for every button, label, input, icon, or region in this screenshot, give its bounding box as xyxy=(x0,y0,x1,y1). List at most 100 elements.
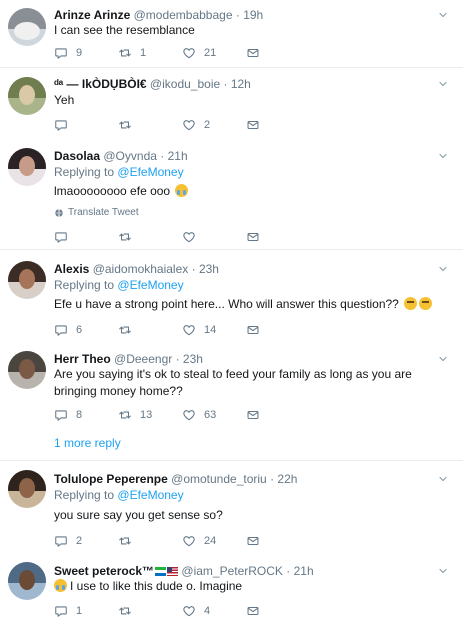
like-count: 4 xyxy=(204,605,211,617)
direct-message-button[interactable] xyxy=(246,533,260,549)
reply-icon xyxy=(54,323,68,337)
tweet-actions: 6 14 xyxy=(54,322,274,338)
retweet-button[interactable]: 1 xyxy=(118,45,146,61)
chevron-down-icon[interactable] xyxy=(437,9,449,21)
display-name[interactable]: Tolulope Peperenpe xyxy=(54,472,168,486)
direct-message-button[interactable] xyxy=(246,45,260,61)
avatar[interactable] xyxy=(8,351,46,389)
like-count: 21 xyxy=(204,47,217,59)
timestamp[interactable]: · 19h xyxy=(236,8,263,22)
reply-button[interactable]: 8 xyxy=(54,407,82,423)
retweet-icon xyxy=(118,604,132,618)
direct-message-button[interactable] xyxy=(246,229,260,245)
like-button[interactable]: 21 xyxy=(182,45,216,61)
tweet-actions: 8 13 63 xyxy=(54,407,274,423)
like-button[interactable]: 14 xyxy=(182,322,216,338)
handle[interactable]: @ikodu_boie xyxy=(150,77,220,91)
handle[interactable]: @Deeengr xyxy=(114,352,172,366)
chevron-down-icon[interactable] xyxy=(437,150,449,162)
timestamp[interactable]: · 22h xyxy=(270,472,297,486)
tweet[interactable]: ᵈᵃ — IkÒDỤBÒI€ @ikodu_boie · 12h Yeh 2 xyxy=(0,68,463,138)
retweet-button[interactable] xyxy=(118,322,140,338)
tweet-actions: 2 24 xyxy=(54,533,274,549)
reply-button[interactable]: 2 xyxy=(54,533,82,549)
like-button[interactable]: 24 xyxy=(182,533,216,549)
replying-to: Replying to @EfeMoney xyxy=(54,277,184,293)
tweet-actions: 2 xyxy=(54,117,274,133)
avatar[interactable] xyxy=(8,77,46,115)
handle[interactable]: @omotunde_toriu xyxy=(171,472,267,486)
reply-button[interactable]: 1 xyxy=(54,603,82,619)
direct-message-button[interactable] xyxy=(246,603,260,619)
retweet-button[interactable] xyxy=(118,229,140,245)
like-icon xyxy=(182,604,196,618)
tweet[interactable]: Tolulope Peperenpe @omotunde_toriu · 22h… xyxy=(0,462,463,552)
handle[interactable]: @iam_PeterROCK xyxy=(181,564,283,578)
avatar[interactable] xyxy=(8,8,46,46)
handle[interactable]: @Oyvnda xyxy=(103,149,157,163)
timestamp[interactable]: · 21h xyxy=(160,149,187,163)
timestamp[interactable]: · 12h xyxy=(224,77,251,91)
display-name[interactable]: Alexis xyxy=(54,262,89,276)
translate-tweet-link[interactable]: Translate Tweet xyxy=(54,206,139,220)
timestamp[interactable]: · 23h xyxy=(192,262,219,276)
more-replies-link[interactable]: 1 more reply xyxy=(54,435,121,451)
chevron-down-icon[interactable] xyxy=(437,565,449,577)
tweet[interactable]: Dasolaa @Oyvnda · 21h Replying to @EfeMo… xyxy=(0,138,463,250)
timestamp[interactable]: · 23h xyxy=(176,352,203,366)
chevron-down-icon[interactable] xyxy=(437,78,449,90)
direct-message-icon xyxy=(246,534,260,548)
display-name[interactable]: Sweet peterock™ xyxy=(54,564,154,578)
tweet-text: Are you saying it's ok to steal to feed … xyxy=(54,367,412,398)
direct-message-icon xyxy=(246,408,260,422)
mention-link[interactable]: @EfeMoney xyxy=(117,278,183,292)
retweet-button[interactable] xyxy=(118,533,140,549)
reply-button[interactable] xyxy=(54,117,76,133)
like-count: 14 xyxy=(204,324,217,336)
tweet-header: Dasolaa @Oyvnda · 21h xyxy=(54,148,188,164)
avatar[interactable] xyxy=(8,261,46,299)
replying-label: Replying to xyxy=(54,165,115,179)
replying-to: Replying to @EfeMoney xyxy=(54,487,184,503)
chevron-down-icon[interactable] xyxy=(437,353,449,365)
tweet[interactable]: Herr Theo @Deeengr · 23h Are you saying … xyxy=(0,341,463,461)
avatar[interactable] xyxy=(8,470,46,508)
chevron-down-icon[interactable] xyxy=(437,263,449,275)
retweet-button[interactable] xyxy=(118,603,140,619)
retweet-icon xyxy=(118,534,132,548)
display-name[interactable]: Herr Theo xyxy=(54,352,111,366)
handle[interactable]: @aidomokhaialex xyxy=(93,262,189,276)
like-button[interactable]: 4 xyxy=(182,603,210,619)
tweet-text: I can see the resemblance xyxy=(54,23,195,37)
reply-button[interactable] xyxy=(54,229,76,245)
us-flag-icon xyxy=(167,567,179,576)
like-button[interactable]: 2 xyxy=(182,117,210,133)
mention-link[interactable]: @EfeMoney xyxy=(117,488,183,502)
direct-message-button[interactable] xyxy=(246,322,260,338)
reply-button[interactable]: 9 xyxy=(54,45,82,61)
mention-link[interactable]: @EfeMoney xyxy=(117,165,183,179)
chevron-down-icon[interactable] xyxy=(437,473,449,485)
tweet-actions: 9 1 21 xyxy=(54,45,274,61)
like-button[interactable]: 63 xyxy=(182,407,216,423)
handle[interactable]: @modembabbage xyxy=(134,8,233,22)
avatar[interactable] xyxy=(8,562,46,600)
avatar[interactable] xyxy=(8,148,46,186)
tweet[interactable]: Arinze Arinze @modembabbage · 19h I can … xyxy=(0,0,463,68)
direct-message-button[interactable] xyxy=(246,117,260,133)
like-button[interactable] xyxy=(182,229,204,245)
retweet-button[interactable]: 13 xyxy=(118,407,152,423)
retweet-button[interactable] xyxy=(118,117,140,133)
display-name[interactable]: Dasolaa xyxy=(54,149,100,163)
tweet[interactable]: Sweet peterock™ @iam_PeterROCK · 21h I u… xyxy=(0,552,463,628)
direct-message-button[interactable] xyxy=(246,407,260,423)
timestamp[interactable]: · 21h xyxy=(286,564,313,578)
tweet[interactable]: Alexis @aidomokhaialex · 23h Replying to… xyxy=(0,251,463,341)
tweet-header: ᵈᵃ — IkÒDỤBÒI€ @ikodu_boie · 12h xyxy=(54,76,251,92)
replying-label: Replying to xyxy=(54,488,115,502)
crying-laughing-emoji-icon xyxy=(54,579,67,592)
display-name[interactable]: Arinze Arinze xyxy=(54,8,130,22)
display-name[interactable]: ᵈᵃ — IkÒDỤBÒI€ xyxy=(54,77,147,91)
reply-button[interactable]: 6 xyxy=(54,322,82,338)
reply-count: 9 xyxy=(76,47,83,59)
